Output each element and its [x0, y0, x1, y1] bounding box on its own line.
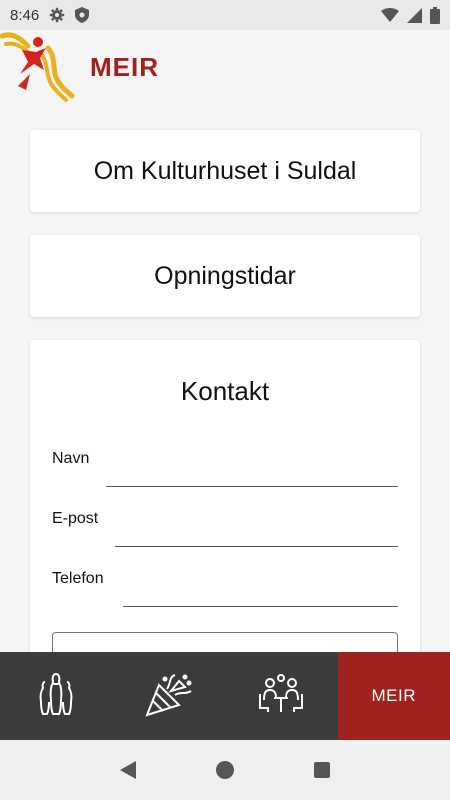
meeting-people-icon [258, 673, 304, 719]
status-time: 8:46 [10, 6, 40, 24]
bottom-nav: MEIR [0, 652, 450, 740]
kulturhuset-logo [0, 30, 76, 102]
wifi-icon [381, 8, 399, 22]
email-label: E-post [52, 510, 99, 527]
email-field[interactable] [115, 546, 398, 547]
nav-more-label: MEIR [371, 686, 416, 705]
nav-meetings[interactable] [225, 652, 338, 740]
about-button[interactable]: Om Kulturhuset i Suldal [30, 130, 420, 212]
settings-icon [49, 7, 65, 23]
contact-form: Kontakt Navn E-post Telefon [30, 340, 420, 652]
contact-title: Kontakt [180, 376, 270, 406]
nav-events[interactable] [113, 652, 226, 740]
bowling-pins-icon [35, 672, 77, 721]
home-icon[interactable] [205, 750, 245, 790]
phone-field[interactable] [123, 606, 398, 607]
back-icon[interactable] [108, 750, 148, 790]
page-title: MEIR [90, 52, 159, 82]
system-nav-bar [0, 740, 450, 800]
shield-icon [75, 7, 90, 23]
phone-label: Telefon [52, 570, 104, 587]
message-field[interactable] [52, 632, 398, 652]
nav-more[interactable]: MEIR [337, 652, 450, 740]
name-field[interactable] [106, 486, 398, 487]
opening-hours-button[interactable]: Opningstidar [30, 235, 420, 317]
battery-icon [430, 6, 440, 24]
nav-bowling[interactable] [0, 652, 113, 740]
app-header: MEIR [0, 30, 450, 102]
name-label: Navn [52, 450, 90, 467]
signal-icon [407, 7, 422, 23]
content-area: Om Kulturhuset i Suldal Opningstidar Kon… [0, 102, 450, 652]
status-bar: 8:46 [0, 0, 450, 30]
party-popper-icon [145, 671, 193, 722]
recents-icon[interactable] [302, 750, 342, 790]
